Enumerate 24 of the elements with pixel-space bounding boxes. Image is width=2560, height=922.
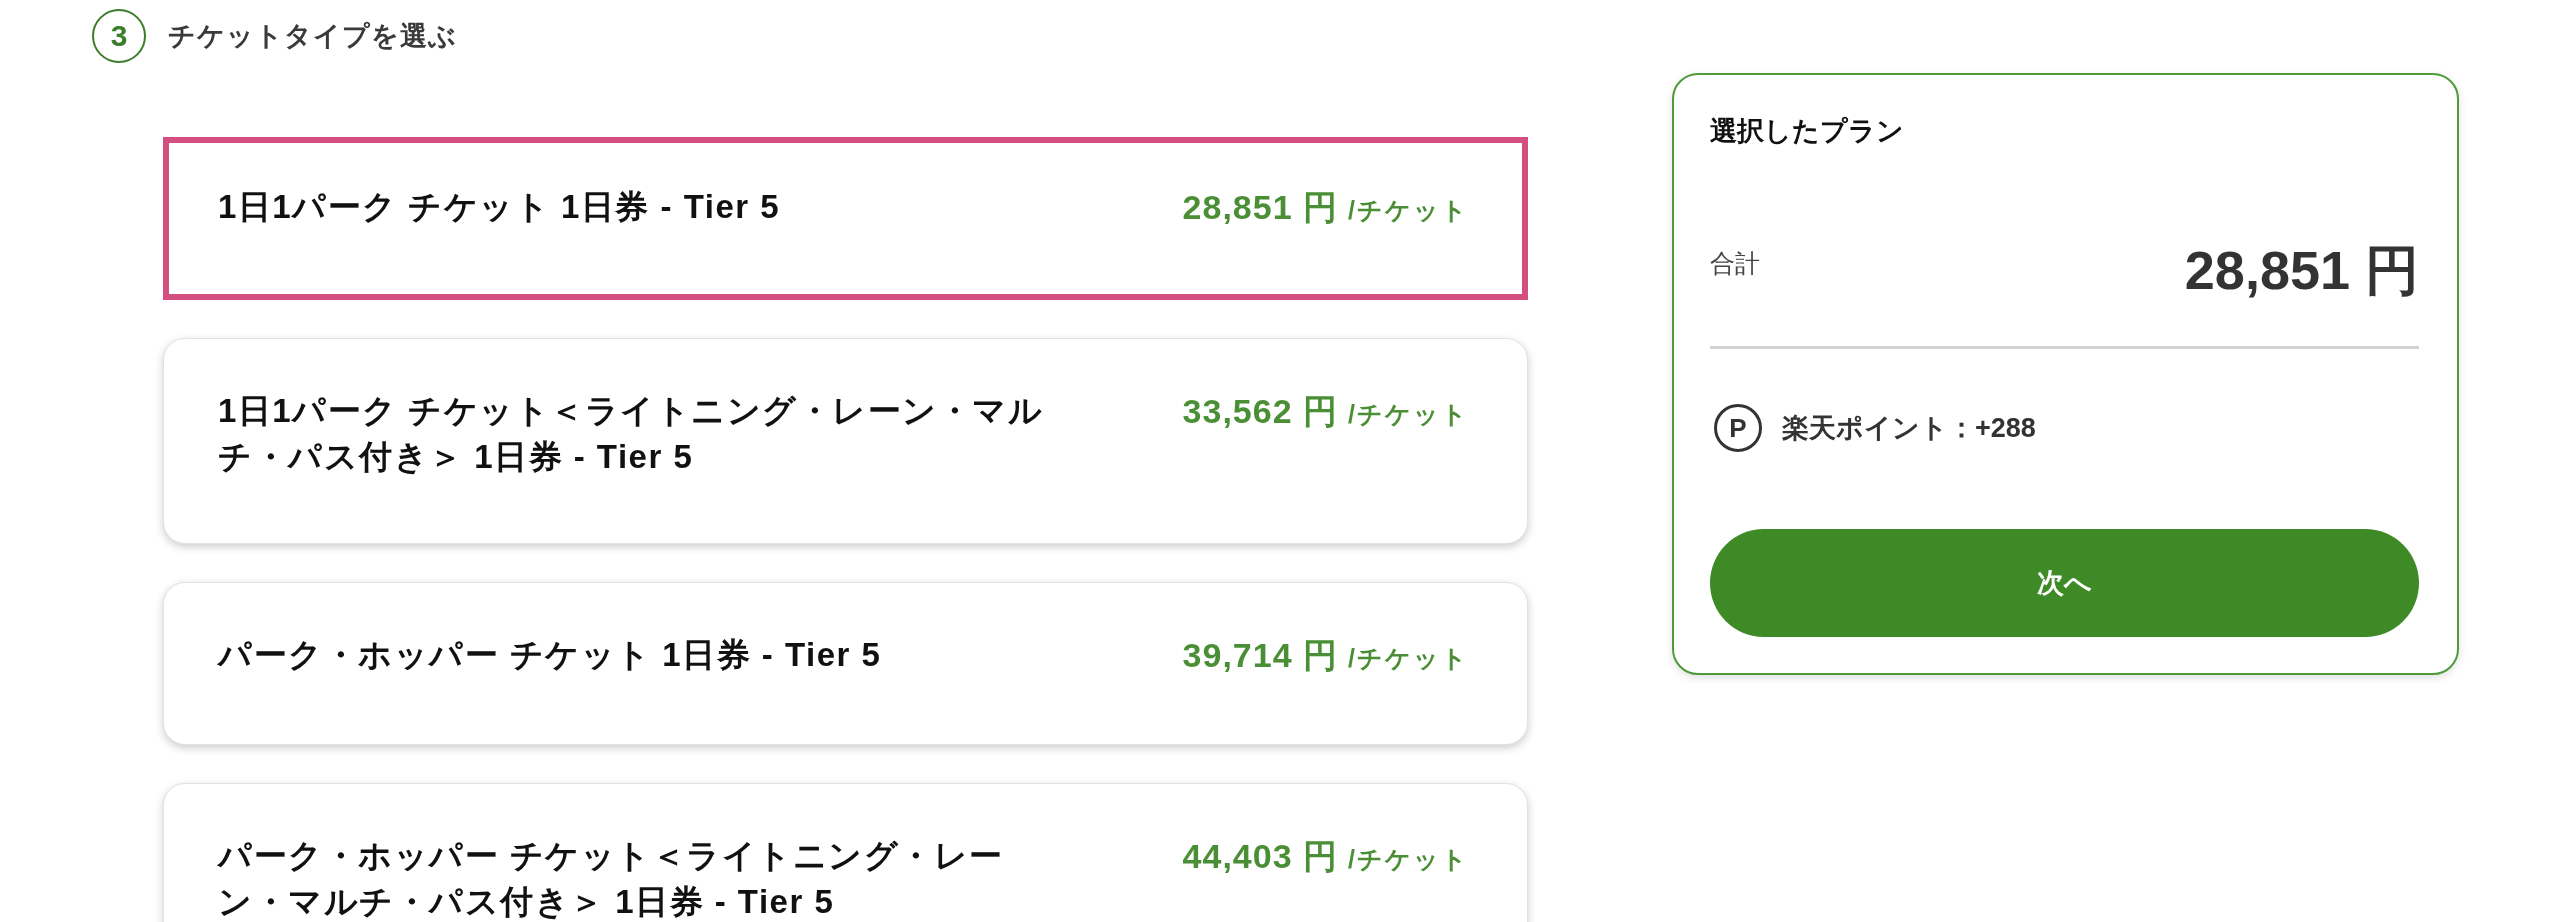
ticket-option[interactable]: 1日1パーク チケット＜ライトニング・レーン・マルチ・パス付き＞ 1日券 - Tier 5 33,562 円 /チケット: [163, 338, 1528, 544]
step-title: チケットタイプを選ぶ: [168, 20, 457, 53]
ticket-option[interactable]: パーク・ホッパー チケット＜ライトニング・レーン・マルチ・パス付き＞ 1日券 - Tier 5 44,403 円 /チケット: [163, 783, 1528, 922]
step-number: 3: [92, 9, 146, 63]
ticket-price: 39,714 円: [1182, 635, 1339, 676]
summary-title: 選択したプラン: [1710, 115, 1905, 148]
ticket-price: 28,851 円: [1182, 187, 1339, 228]
total-label: 合計: [1710, 248, 1760, 279]
points-text: 楽天ポイント：+288: [1782, 412, 2036, 445]
ticket-name: パーク・ホッパー チケット 1日券 - Tier 5: [218, 635, 882, 675]
ticket-price: 44,403 円: [1182, 836, 1339, 877]
price-unit: /チケット: [1348, 399, 1469, 430]
total-price: 28,851 円: [2184, 239, 2419, 302]
price-unit: /チケット: [1348, 195, 1469, 226]
ticket-name: パーク・ホッパー チケット＜ライトニング・レーン・マルチ・パス付き＞ 1日券 - Tier 5: [218, 836, 1005, 922]
price-unit: /チケット: [1348, 844, 1469, 875]
ticket-name: 1日1パーク チケット＜ライトニング・レーン・マルチ・パス付き＞ 1日券 - Tier 5: [218, 391, 1045, 477]
points-icon: P: [1714, 404, 1762, 452]
next-button[interactable]: 次へ: [1710, 529, 2419, 637]
price-unit: /チケット: [1348, 643, 1469, 674]
ticket-name: 1日1パーク チケット 1日券 - Tier 5: [218, 187, 781, 227]
ticket-option[interactable]: パーク・ホッパー チケット 1日券 - Tier 5 39,714 円 /チケット: [163, 582, 1528, 745]
ticket-price: 33,562 円: [1182, 391, 1339, 432]
ticket-option[interactable]: 1日1パーク チケット 1日券 - Tier 5 28,851 円 /チケット: [163, 137, 1528, 300]
